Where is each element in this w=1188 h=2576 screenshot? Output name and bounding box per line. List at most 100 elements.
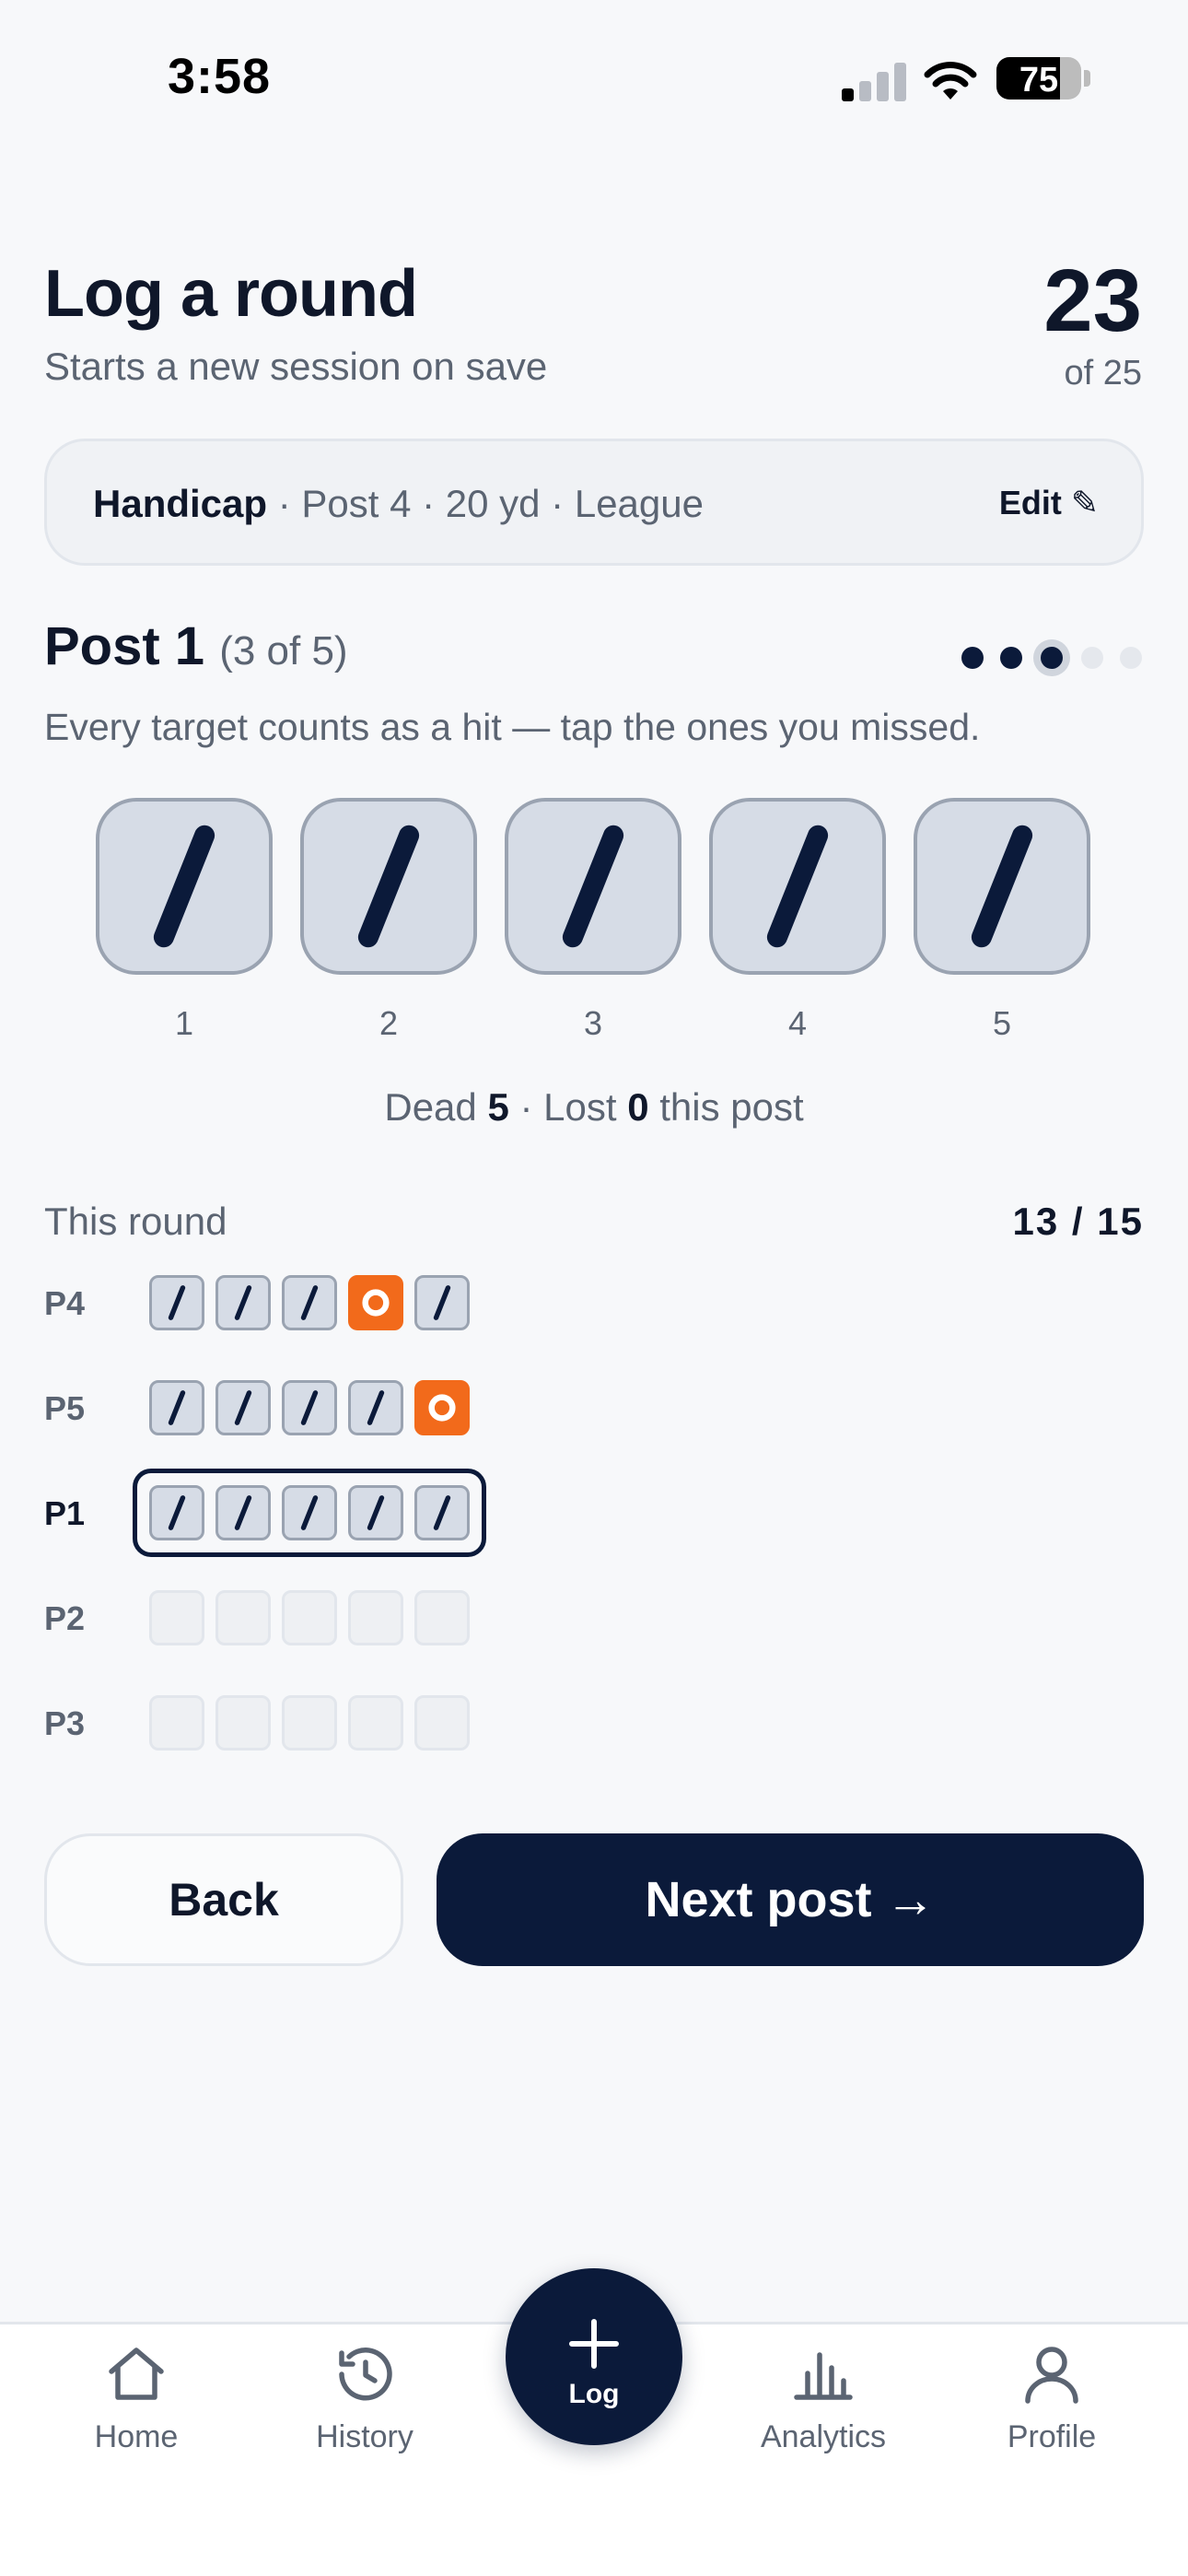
target-button[interactable]: [505, 798, 681, 975]
tab-home[interactable]: Home: [44, 2340, 228, 2455]
battery-icon: 75: [996, 57, 1081, 100]
round-row-label: P3: [44, 1704, 86, 1742]
target-button[interactable]: [914, 798, 1090, 975]
hit-slash-icon: [234, 1495, 252, 1530]
miss-ring-icon: [428, 1394, 456, 1422]
target-number: 2: [379, 1004, 399, 1042]
round-target-hit[interactable]: [414, 1275, 470, 1330]
home-icon: [109, 2348, 164, 2400]
hit-slash-icon: [433, 1285, 451, 1320]
event-summary-card[interactable]: Handicap · Post 4 · 20 yd · League Edit …: [44, 439, 1144, 566]
round-target-empty[interactable]: [414, 1695, 470, 1751]
hit-slash-icon: [234, 1285, 252, 1320]
cellular-signal-icon: [842, 63, 906, 101]
round-target-hit[interactable]: [215, 1380, 271, 1435]
hit-slash-icon: [234, 1390, 252, 1425]
round-row-label: P4: [44, 1284, 86, 1322]
page-subtitle: Starts a new session on save: [44, 345, 548, 388]
post-summary-suffix: this post: [648, 1085, 804, 1129]
round-target-hit[interactable]: [149, 1275, 204, 1330]
target-number: 4: [787, 1004, 808, 1042]
hit-slash-icon: [300, 1495, 319, 1530]
back-button[interactable]: Back: [44, 1833, 403, 1966]
round-target-empty[interactable]: [149, 1695, 204, 1751]
hit-slash-icon: [766, 825, 829, 948]
session-score: 23: [1043, 252, 1142, 350]
round-row-label: P2: [44, 1599, 86, 1637]
log-fab-label: Log: [568, 2379, 620, 2409]
edit-event-button[interactable]: Edit ✎: [999, 484, 1099, 522]
round-target-miss[interactable]: [414, 1380, 470, 1435]
next-post-button[interactable]: Next post →: [437, 1833, 1144, 1966]
round-row-label: P5: [44, 1389, 86, 1427]
dead-count: 5: [487, 1085, 509, 1129]
round-target-hit[interactable]: [282, 1275, 337, 1330]
target-button[interactable]: [709, 798, 886, 975]
target-number: 3: [583, 1004, 603, 1042]
round-target-hit[interactable]: [348, 1485, 403, 1540]
log-fab-button[interactable]: Log: [506, 2268, 682, 2445]
tab-history-label: History: [316, 2419, 413, 2454]
progress-dot: [1041, 647, 1063, 669]
target-button[interactable]: [300, 798, 477, 975]
round-target-empty[interactable]: [348, 1590, 403, 1645]
event-discipline: Handicap: [93, 482, 268, 525]
post-hint: Every target counts as a hit — tap the o…: [44, 706, 981, 748]
round-target-empty[interactable]: [215, 1590, 271, 1645]
round-target-hit[interactable]: [215, 1275, 271, 1330]
round-row-label: P1: [44, 1494, 86, 1532]
round-target-hit[interactable]: [149, 1380, 204, 1435]
session-score-total: of 25: [1064, 354, 1142, 392]
hit-slash-icon: [153, 825, 215, 948]
target-number: 1: [174, 1004, 194, 1042]
round-target-empty[interactable]: [282, 1590, 337, 1645]
target-number: 5: [992, 1004, 1012, 1042]
round-score: 13 / 15: [1012, 1200, 1144, 1243]
round-target-empty[interactable]: [348, 1695, 403, 1751]
round-target-empty[interactable]: [282, 1695, 337, 1751]
history-icon: [339, 2348, 392, 2401]
tab-analytics[interactable]: Analytics: [731, 2340, 915, 2455]
round-target-hit[interactable]: [348, 1380, 403, 1435]
round-target-hit[interactable]: [149, 1485, 204, 1540]
battery-cap: [1084, 70, 1090, 87]
post-title: Post 1 (3 of 5): [44, 615, 348, 677]
post-count: (3 of 5): [219, 628, 348, 673]
round-target-hit[interactable]: [282, 1380, 337, 1435]
miss-ring-icon: [362, 1289, 390, 1317]
hit-slash-icon: [300, 1390, 319, 1425]
tab-profile[interactable]: Profile: [960, 2340, 1144, 2455]
post-progress-dots: [961, 634, 1146, 680]
hit-slash-icon: [433, 1495, 451, 1530]
round-target-hit[interactable]: [414, 1485, 470, 1540]
tab-profile-label: Profile: [1007, 2419, 1097, 2454]
hit-slash-icon: [300, 1285, 319, 1320]
tab-home-label: Home: [94, 2419, 179, 2454]
event-summary-text: Handicap · Post 4 · 20 yd · League: [93, 482, 704, 526]
tab-history[interactable]: History: [273, 2340, 457, 2455]
lost-label: · Lost: [508, 1085, 628, 1129]
page-title: Log a round: [44, 257, 418, 331]
lost-count: 0: [627, 1085, 649, 1129]
hit-slash-icon: [562, 825, 624, 948]
round-target-hit[interactable]: [282, 1485, 337, 1540]
analytics-icon: [794, 2352, 853, 2400]
progress-dot: [1081, 647, 1103, 669]
progress-dot: [1120, 647, 1142, 669]
target-grid: 1 2 3 4 5: [96, 798, 1090, 1056]
tab-analytics-label: Analytics: [760, 2419, 887, 2454]
round-target-miss[interactable]: [348, 1275, 403, 1330]
battery-level: 75: [1019, 61, 1059, 100]
dead-label: Dead: [384, 1085, 488, 1129]
hit-slash-icon: [168, 1495, 186, 1530]
post-name: Post 1: [44, 616, 205, 676]
hit-slash-icon: [367, 1495, 385, 1530]
round-target-empty[interactable]: [215, 1695, 271, 1751]
hit-slash-icon: [367, 1390, 385, 1425]
round-target-hit[interactable]: [215, 1485, 271, 1540]
round-target-empty[interactable]: [414, 1590, 470, 1645]
target-button[interactable]: [96, 798, 273, 975]
progress-dot: [961, 647, 984, 669]
round-target-empty[interactable]: [149, 1590, 204, 1645]
status-time: 3:58: [168, 49, 272, 104]
